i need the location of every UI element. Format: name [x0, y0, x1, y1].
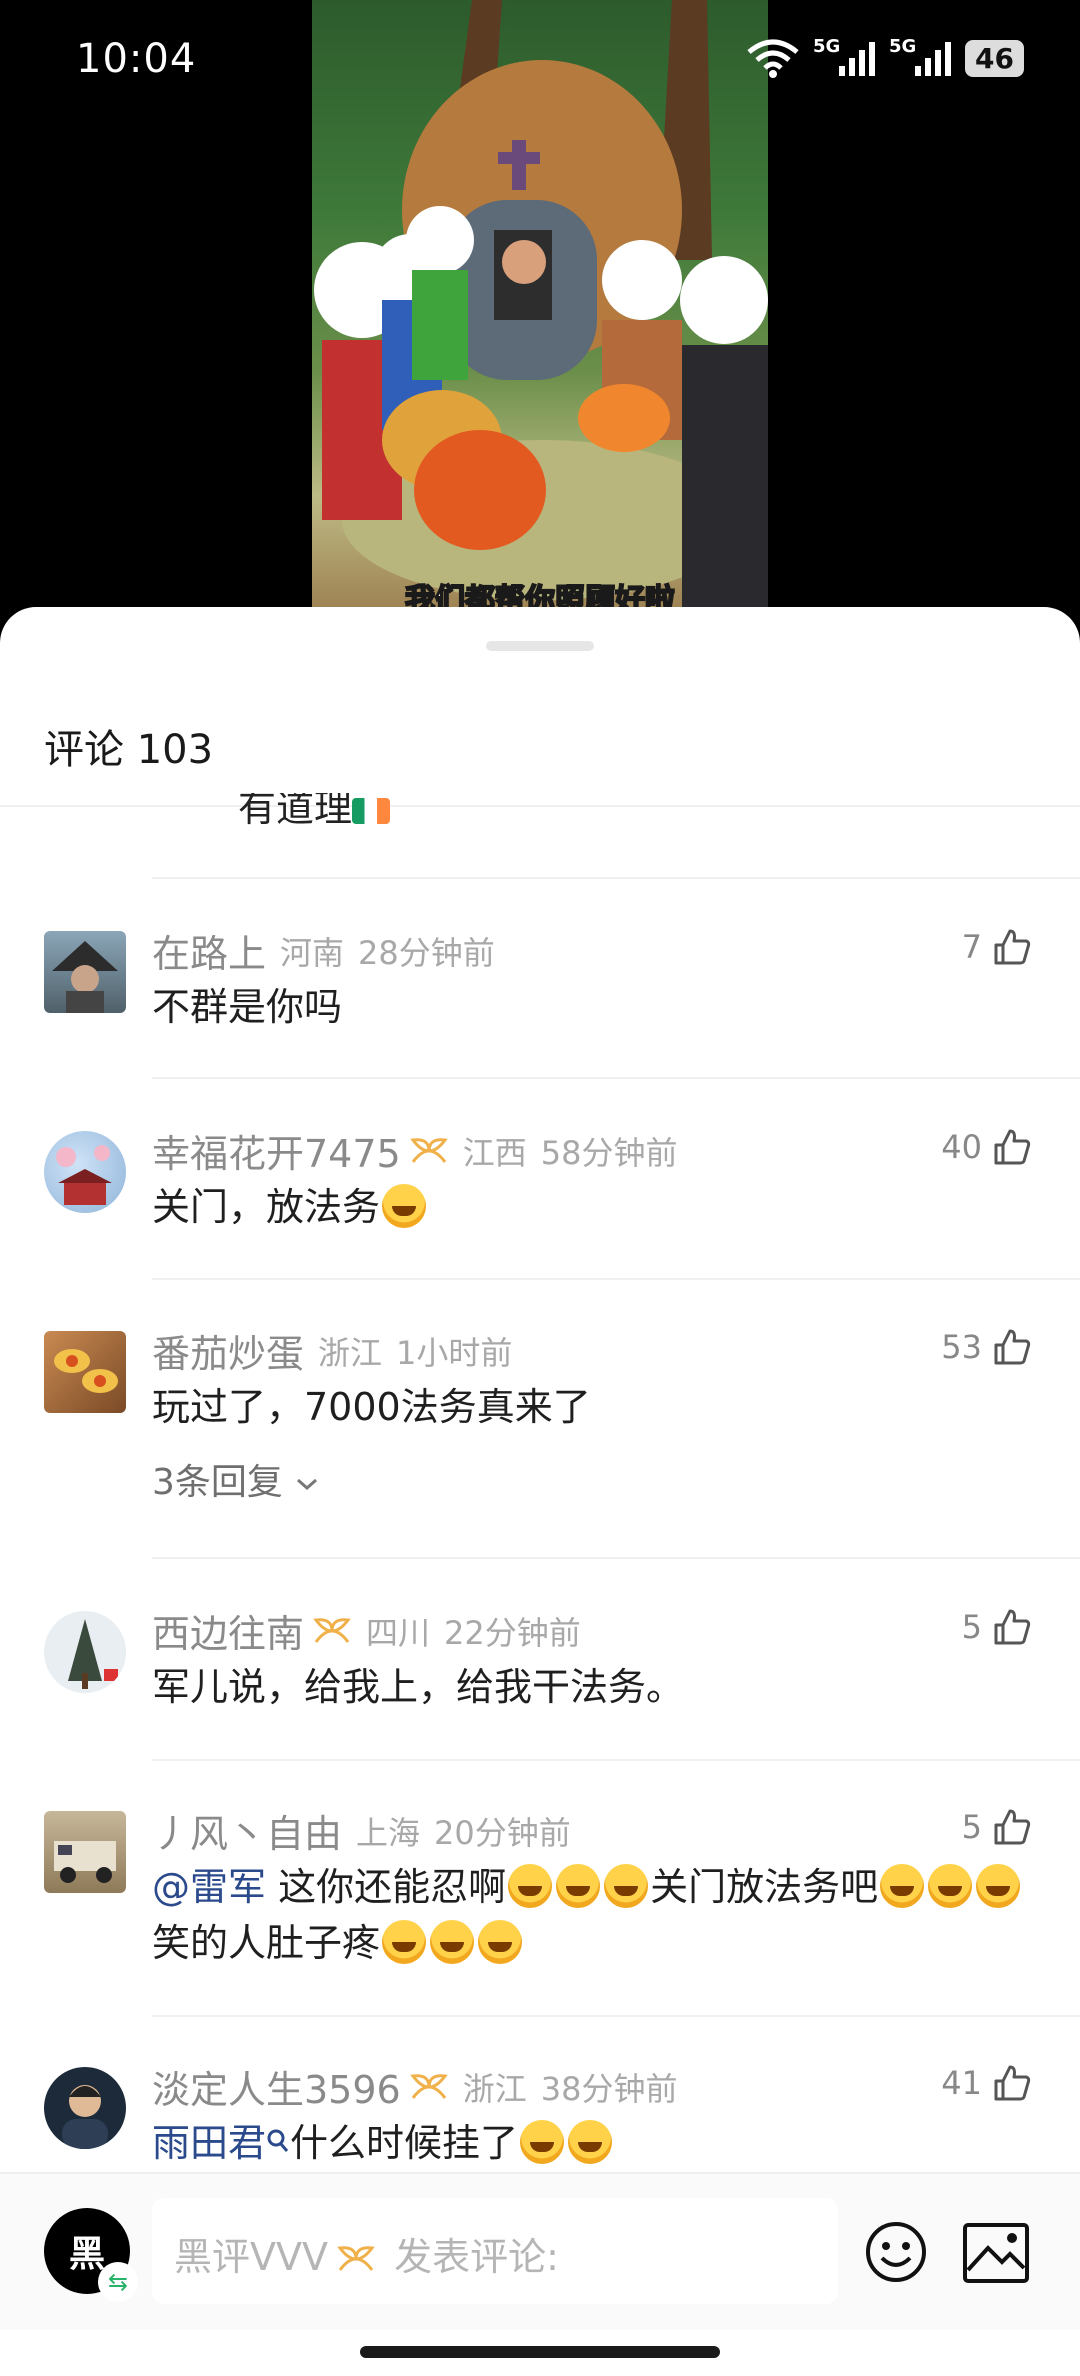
comment-text: @雷军 这你还能忍啊 关门放法务吧笑的人肚子疼	[152, 1859, 1032, 1971]
switch-account-icon[interactable]: ⇆	[100, 2264, 136, 2300]
laughing-emoji	[880, 1864, 925, 1908]
divider	[152, 1759, 1080, 1761]
comment-composer: 黑 ⇆ 黑评VVV 发表评论:	[0, 2172, 1080, 2332]
like-count: 5	[961, 1608, 982, 1646]
home-indicator	[0, 2330, 1080, 2376]
divider	[152, 1278, 1080, 1280]
like-icon	[994, 2065, 1031, 2101]
comment-text: 玩过了，7000法务真来了	[152, 1385, 591, 1429]
drag-handle[interactable]	[486, 641, 594, 651]
like-count: 7	[961, 928, 982, 966]
battery-icon: 46	[965, 39, 1024, 77]
comment-text: 不群是你吗	[152, 985, 343, 1029]
comment-time: 28分钟前	[358, 933, 495, 972]
comment-text: 关门，放法务	[152, 1179, 1032, 1235]
like-button[interactable]: 5	[962, 1807, 1032, 1847]
like-count: 41	[941, 2064, 982, 2102]
like-count: 40	[941, 1128, 982, 1166]
partial-comment: 有道理	[238, 793, 391, 833]
emoji-icon[interactable]	[864, 2220, 928, 2284]
like-count: 5	[961, 1808, 982, 1846]
like-icon	[994, 1809, 1031, 1845]
mention-link[interactable]: @雷军	[152, 1865, 266, 1909]
comment-text: 雨田君 什么时候挂了	[152, 2115, 1032, 2171]
flag-emoji	[352, 797, 391, 824]
like-button[interactable]: 41	[941, 2063, 1032, 2103]
like-button[interactable]: 40	[941, 1127, 1032, 1167]
like-button[interactable]: 7	[962, 927, 1032, 967]
image-icon[interactable]	[962, 2222, 1030, 2284]
laughing-emoji	[604, 1864, 649, 1908]
avatar[interactable]	[44, 931, 126, 1013]
comment-time: 20分钟前	[434, 1813, 571, 1852]
vip-icon	[410, 1137, 448, 1163]
comment-time: 38分钟前	[540, 2069, 678, 2108]
divider	[152, 2015, 1080, 2017]
avatar[interactable]	[44, 1611, 126, 1693]
comment-location: 浙江	[318, 1333, 383, 1372]
signal-icon: 5G	[889, 36, 952, 76]
comment-location: 上海	[356, 1813, 421, 1852]
clock: 10:04	[76, 36, 197, 82]
mention-link[interactable]: 雨田君	[152, 2121, 266, 2165]
comment-text: 军儿说，给我上，给我干法务。	[152, 1665, 685, 1709]
laughing-emoji	[928, 1864, 973, 1908]
like-icon	[994, 929, 1031, 965]
search-icon	[267, 2129, 289, 2152]
vip-icon	[313, 1617, 351, 1643]
laughing-emoji	[556, 1864, 601, 1908]
like-icon	[994, 1329, 1031, 1365]
divider	[152, 1077, 1080, 1079]
view-replies-button[interactable]: 3条回复	[152, 1453, 320, 1505]
laughing-emoji	[568, 2120, 613, 2164]
vip-icon	[337, 2246, 375, 2271]
sheet-title: 评论 103	[44, 727, 214, 773]
laughing-emoji	[478, 1920, 523, 1964]
comment-author[interactable]: 西边往南	[152, 1603, 304, 1658]
signal-icon: 5G	[813, 36, 876, 76]
comment-location: 四川	[366, 1613, 431, 1652]
avatar[interactable]	[44, 1331, 126, 1413]
comment-time: 1小时前	[396, 1333, 513, 1372]
comment-input[interactable]: 黑评VVV 发表评论:	[152, 2198, 838, 2304]
comment-author[interactable]: 番茄炒蛋	[152, 1323, 304, 1378]
vip-icon	[410, 2073, 448, 2099]
comment-location: 浙江	[462, 2069, 527, 2108]
status-bar: 10:04 5G 5G 46	[0, 0, 1080, 130]
comment-author[interactable]: 在路上	[152, 923, 266, 978]
laughing-emoji	[508, 1864, 553, 1908]
divider	[152, 1557, 1080, 1559]
like-button[interactable]: 5	[962, 1607, 1032, 1647]
comment-author[interactable]: 丿风丶自由	[152, 1803, 342, 1858]
chevron-down-icon	[297, 1478, 318, 1491]
comment-sheet: 评论 103 有道理 在路上 河南 28分钟前 7 不群是你吗 幸福花开7475…	[0, 607, 1080, 2376]
comment-location: 江西	[462, 1133, 527, 1172]
comment-author[interactable]: 淡定人生3596	[152, 2059, 401, 2114]
like-count: 53	[941, 1328, 982, 1366]
comment-time: 58分钟前	[540, 1133, 678, 1172]
comment-location: 河南	[280, 933, 345, 972]
like-icon	[994, 1609, 1031, 1645]
avatar[interactable]	[44, 2067, 126, 2149]
like-icon	[994, 1129, 1031, 1165]
laughing-emoji	[430, 1920, 475, 1964]
avatar[interactable]	[44, 1811, 126, 1893]
laughing-emoji	[520, 2120, 565, 2164]
like-button[interactable]: 53	[941, 1327, 1032, 1367]
divider	[0, 805, 1080, 807]
laughing-emoji	[382, 1920, 427, 1964]
laughing-emoji	[976, 1864, 1021, 1908]
avatar[interactable]	[44, 1131, 126, 1213]
laughing-emoji	[382, 1184, 427, 1228]
divider	[152, 877, 1080, 879]
comment-author[interactable]: 幸福花开7475	[152, 1123, 401, 1178]
comment-time: 22分钟前	[444, 1613, 581, 1652]
wifi-icon	[747, 39, 799, 78]
